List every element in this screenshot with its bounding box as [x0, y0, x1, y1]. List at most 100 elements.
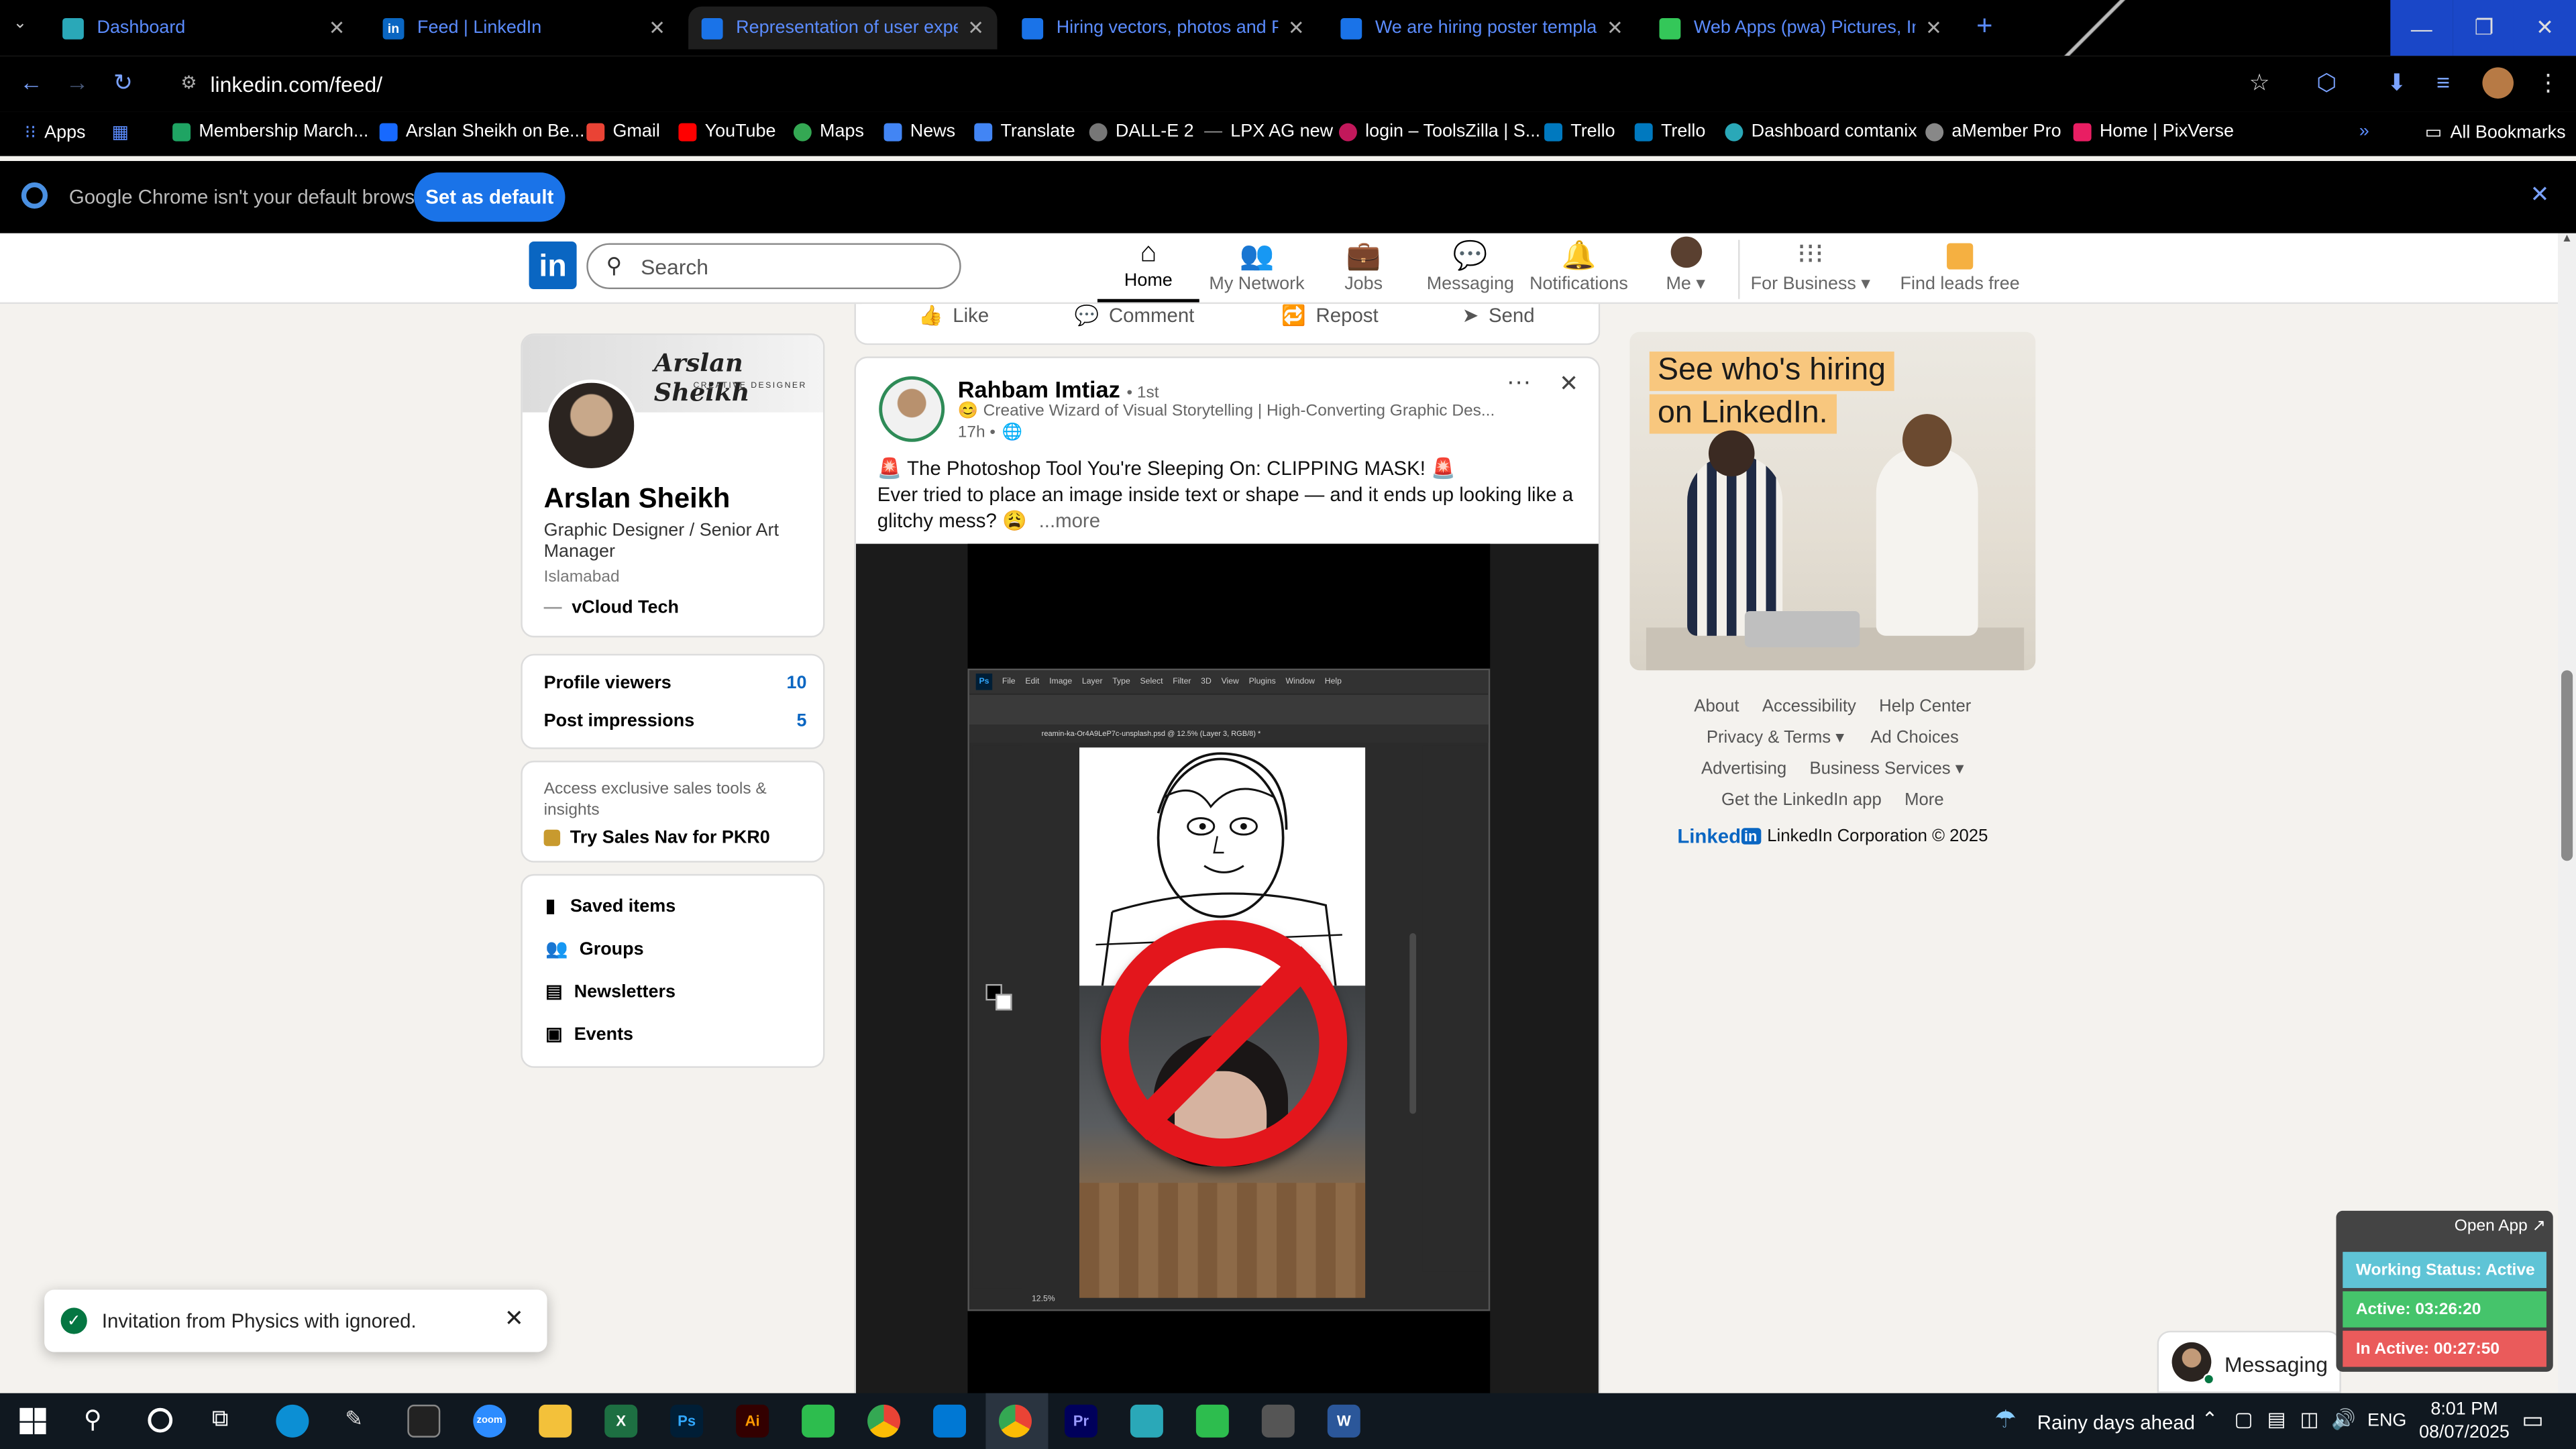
- close-tab-icon[interactable]: ✕: [329, 16, 345, 39]
- nav-jobs[interactable]: 💼 Jobs: [1314, 237, 1413, 303]
- bookmark-grid[interactable]: ▦: [112, 121, 129, 143]
- forward-icon[interactable]: →: [66, 69, 89, 95]
- bookmark-membership[interactable]: Membership March...: [172, 121, 368, 142]
- pen-tool-icon[interactable]: ✎: [345, 1406, 363, 1432]
- profile-card[interactable]: Arslan Sheikh CREATIVE DESIGNER Arslan S…: [521, 333, 825, 638]
- download-icon[interactable]: ⬇: [2387, 69, 2406, 97]
- post-dismiss-icon[interactable]: ✕: [1559, 370, 1578, 398]
- premium-link[interactable]: Try Sales Nav for PKR0: [543, 828, 770, 848]
- upwork-icon[interactable]: [802, 1404, 835, 1438]
- weather-icon[interactable]: ☂: [1994, 1405, 2017, 1434]
- events-link[interactable]: ▣ Events: [545, 1024, 633, 1045]
- send-button[interactable]: ➤ Send: [1462, 304, 1535, 327]
- vscode-icon[interactable]: [933, 1404, 967, 1438]
- profile-avatar[interactable]: [545, 379, 638, 472]
- tab-hiring-poster[interactable]: We are hiring poster template | ✕: [1328, 7, 1636, 50]
- nav-for-business[interactable]: ⁝⁝⁝ For Business ▾: [1748, 237, 1873, 303]
- comtanix-icon[interactable]: [1130, 1404, 1163, 1438]
- close-tab-icon[interactable]: ✕: [1607, 16, 1623, 39]
- linkedin-logo[interactable]: in: [529, 241, 577, 290]
- language-indicator[interactable]: ENG: [2367, 1411, 2406, 1431]
- tab-linkedin[interactable]: in Feed | LinkedIn ✕: [370, 7, 678, 50]
- tab-hiring-vectors[interactable]: Hiring vectors, photos and PSD ✕: [1009, 7, 1318, 50]
- search-input[interactable]: ⚲ Search: [586, 243, 961, 290]
- stat-profile-viewers[interactable]: Profile viewers 10: [544, 674, 807, 693]
- post-more-icon[interactable]: ···: [1507, 368, 1532, 396]
- tray-app-icon[interactable]: ▢: [2235, 1408, 2253, 1431]
- tab-search-icon[interactable]: ⌄: [13, 15, 28, 33]
- bookmark-news[interactable]: News: [883, 121, 955, 142]
- close-tab-icon[interactable]: ✕: [1288, 16, 1305, 39]
- chrome-active-icon[interactable]: [998, 1404, 1032, 1438]
- extensions-icon[interactable]: ⬡: [2316, 69, 2337, 97]
- comment-button[interactable]: 💬 Comment: [1075, 304, 1195, 327]
- nav-my-network[interactable]: 👥 My Network: [1206, 237, 1308, 303]
- nav-messaging[interactable]: 💬 Messaging: [1419, 237, 1521, 303]
- like-button[interactable]: 👍 Like: [918, 304, 989, 327]
- bookmark-gmail[interactable]: Gmail: [586, 121, 660, 142]
- menu-icon[interactable]: ⋮: [2536, 69, 2559, 97]
- all-bookmarks[interactable]: ▭ All Bookmarks: [2425, 121, 2566, 143]
- illustrator-icon[interactable]: Ai: [736, 1404, 769, 1438]
- windows-start-icon[interactable]: [19, 1407, 46, 1434]
- url-input[interactable]: ⚙ linkedin.com/feed/: [167, 62, 2288, 105]
- close-tab-icon[interactable]: ✕: [649, 16, 665, 39]
- footer-ad-choices[interactable]: Ad Choices: [1870, 728, 1959, 747]
- bookmark-star-icon[interactable]: ☆: [2249, 69, 2270, 97]
- set-default-button[interactable]: Set as default: [414, 172, 566, 222]
- chrome-icon[interactable]: [867, 1404, 901, 1438]
- premium-card[interactable]: Access exclusive sales tools & insights …: [521, 760, 825, 863]
- author-name[interactable]: Rahbam Imtiaz: [958, 376, 1120, 402]
- task-view-icon[interactable]: ⧉: [212, 1405, 228, 1433]
- see-more-link[interactable]: ...more: [1039, 509, 1100, 532]
- nav-home[interactable]: ⌂ Home: [1097, 237, 1199, 303]
- bookmark-dashboard-comtanix[interactable]: Dashboard comtanix: [1725, 121, 1917, 142]
- ad-see-whos-hiring[interactable]: See who's hiring on LinkedIn.: [1629, 331, 2036, 671]
- word-icon[interactable]: W: [1327, 1404, 1360, 1438]
- cortana-icon[interactable]: [148, 1407, 173, 1433]
- edge-icon[interactable]: [276, 1404, 309, 1438]
- newsletters-link[interactable]: ▤ Newsletters: [545, 981, 676, 1002]
- close-infobar-icon[interactable]: ✕: [2530, 180, 2549, 209]
- footer-get-app[interactable]: Get the LinkedIn app: [1721, 790, 1882, 810]
- groups-link[interactable]: 👥 Groups: [545, 938, 644, 960]
- nav-me[interactable]: Me ▾: [1643, 236, 1728, 303]
- bookmark-pixverse[interactable]: Home | PixVerse: [2073, 121, 2234, 142]
- minimize-icon[interactable]: —: [2390, 0, 2453, 56]
- close-tab-icon[interactable]: ✕: [967, 16, 984, 39]
- back-icon[interactable]: ←: [19, 69, 42, 95]
- weather-text[interactable]: Rainy days ahead: [2037, 1411, 2195, 1434]
- bookmark-youtube[interactable]: YouTube: [678, 121, 776, 142]
- notification-center-icon[interactable]: ▭: [2522, 1406, 2543, 1434]
- repost-button[interactable]: 🔁 Repost: [1281, 304, 1378, 327]
- messaging-dock[interactable]: Messaging: [2157, 1330, 2341, 1393]
- reload-icon[interactable]: ↻: [113, 69, 133, 97]
- scroll-up-icon[interactable]: ▲: [2561, 233, 2573, 245]
- tab-web-apps[interactable]: Web Apps (pwa) Pictures, Imag ✕: [1646, 7, 1955, 50]
- footer-business-services[interactable]: Business Services ▾: [1810, 759, 1964, 778]
- tab-representation[interactable]: Representation of user experie ✕: [688, 6, 998, 50]
- upwork-2-icon[interactable]: [1195, 1404, 1229, 1438]
- profile-avatar[interactable]: [2482, 67, 2514, 99]
- saved-items-link[interactable]: ▮ Saved items: [545, 896, 676, 917]
- stat-post-impressions[interactable]: Post impressions 5: [544, 711, 807, 731]
- profile-company[interactable]: — vCloud Tech: [544, 598, 679, 617]
- author-avatar[interactable]: [879, 376, 945, 442]
- footer-more[interactable]: More: [1904, 790, 1944, 810]
- nav-notifications[interactable]: 🔔 Notifications: [1525, 237, 1633, 303]
- calculator-icon[interactable]: [1261, 1404, 1295, 1438]
- excel-icon[interactable]: X: [604, 1404, 638, 1438]
- bookmark-toolszilla[interactable]: login – ToolsZilla | S...: [1338, 121, 1540, 142]
- tab-dashboard[interactable]: Dashboard ✕: [49, 7, 358, 50]
- close-tab-icon[interactable]: ✕: [1925, 16, 1942, 39]
- terminal-icon[interactable]: [407, 1404, 441, 1438]
- footer-privacy-terms[interactable]: Privacy & Terms ▾: [1707, 728, 1844, 747]
- page-scrollbar[interactable]: ▲: [2558, 233, 2576, 1393]
- footer-accessibility[interactable]: Accessibility: [1762, 696, 1856, 716]
- post-media[interactable]: File Edit Image Layer Type Select Filter…: [855, 543, 1599, 1407]
- close-toast-icon[interactable]: ✕: [504, 1305, 524, 1333]
- bookmark-trello-2[interactable]: Trello: [1634, 121, 1705, 142]
- site-info-icon[interactable]: ⚙: [180, 72, 197, 93]
- close-window-icon[interactable]: ✕: [2513, 0, 2576, 56]
- footer-about[interactable]: About: [1694, 696, 1739, 716]
